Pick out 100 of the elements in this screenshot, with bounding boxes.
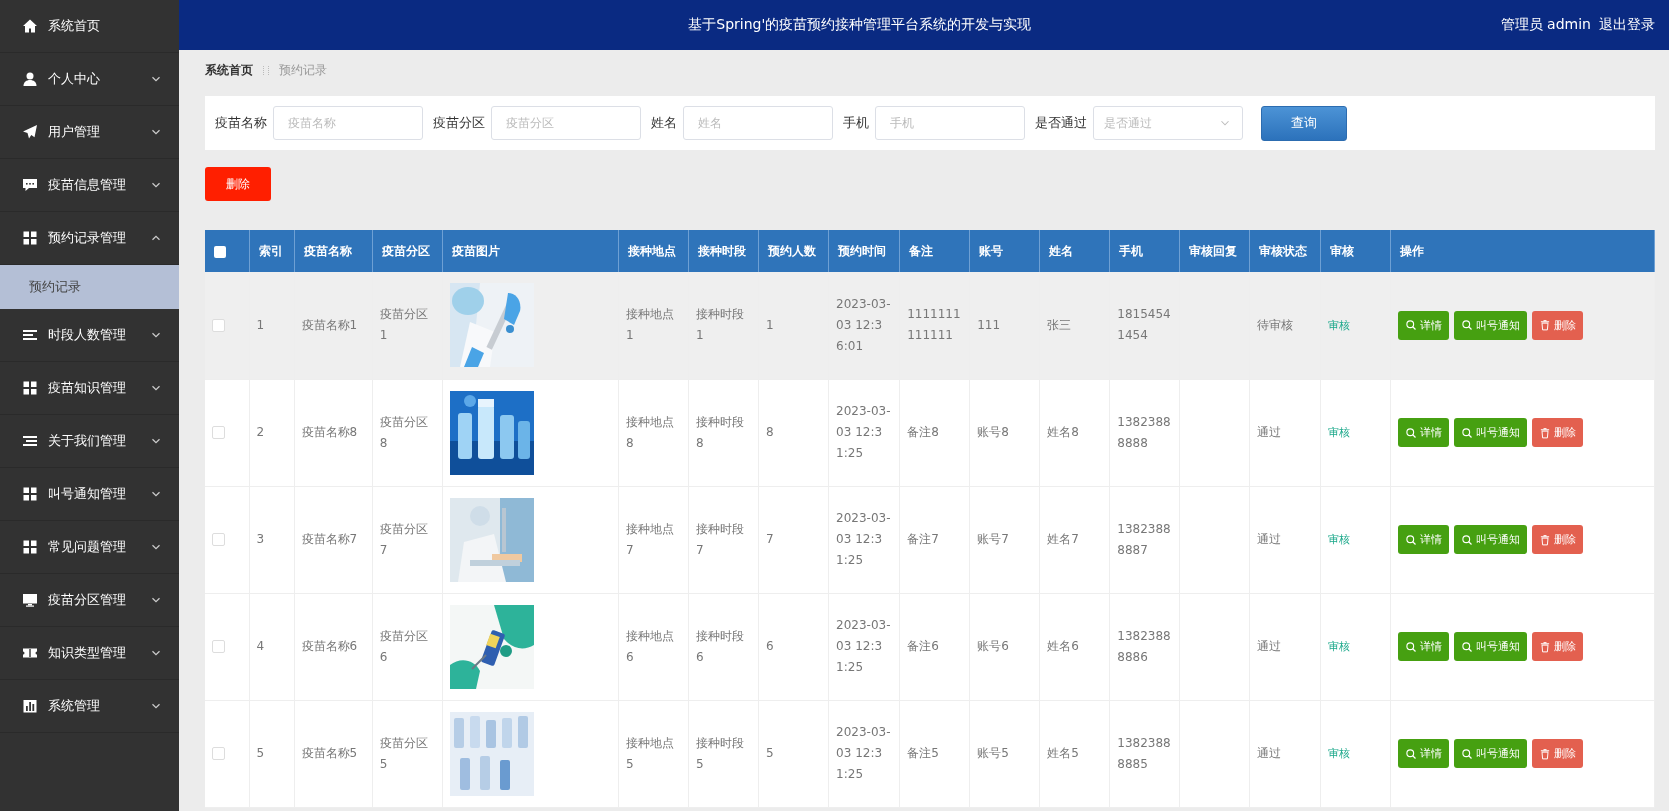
delete-button[interactable]: 删除 [1531, 739, 1583, 768]
table-cell: 接种时段5 [695, 735, 744, 771]
trash-icon [1538, 747, 1551, 760]
delete-button[interactable]: 删除 [1531, 310, 1583, 340]
table-cell: 6 [766, 639, 774, 653]
table-row[interactable]: 3 疫苗名称7 疫苗分区7 接种地点7 接种时段7 7 2023-03-03 12:31:25 备注7 账号7 姓名7 13823888887 通过 审核 详情 叫号通知 删除 [205, 486, 1655, 593]
column-header[interactable]: 预约时间 [828, 230, 900, 272]
nav-subitem[interactable]: 预约记录 [0, 265, 179, 309]
table-cell: 5 [766, 746, 774, 760]
delete-button[interactable]: 删除 [1531, 525, 1583, 554]
column-header[interactable]: 预约人数 [758, 230, 829, 272]
table-cell: 2023-03-03 12:31:25 [836, 511, 891, 567]
table-row[interactable]: 4 疫苗名称6 疫苗分区6 接种地点6 接种时段6 6 2023-03-03 12:31:25 备注6 账号6 姓名6 13823888886 通过 审核 详情 叫号通知 删除 [205, 593, 1655, 700]
table-cell: 备注5 [907, 746, 939, 760]
input-field[interactable]: 疫苗分区 [491, 106, 641, 140]
nav-item[interactable]: 用户管理 [0, 106, 179, 159]
column-header[interactable]: 审核 [1320, 230, 1391, 272]
search-icon [1404, 533, 1417, 546]
table-cell: 111 [977, 317, 1001, 332]
breadcrumb-item[interactable]: 系统首页 [205, 61, 253, 79]
search-icon [1404, 319, 1417, 332]
column-header[interactable]: 操作 [1390, 230, 1655, 272]
delete-button[interactable]: 删除 [205, 167, 271, 201]
table-cell: 疫苗分区1 [379, 307, 428, 343]
logout-link[interactable]: 退出登录 [1599, 16, 1655, 34]
nav-item[interactable]: 疫苗信息管理 [0, 159, 179, 212]
input-field[interactable]: 手机 [875, 106, 1025, 140]
row-checkbox[interactable] [212, 533, 225, 546]
column-header[interactable]: 疫苗分区 [372, 230, 443, 272]
review-link[interactable]: 审核 [1327, 318, 1350, 332]
row-checkbox[interactable] [212, 640, 225, 653]
search-icon [1460, 319, 1473, 332]
table-cell: 疫苗名称8 [301, 425, 358, 439]
nav-item[interactable]: 疫苗分区管理 [0, 574, 179, 627]
notify-button[interactable]: 叫号通知 [1453, 310, 1527, 340]
column-header[interactable]: 索引 [249, 230, 295, 272]
chat-icon [22, 177, 38, 193]
column-header[interactable]: 审核回复 [1179, 230, 1250, 272]
notify-button[interactable]: 叫号通知 [1453, 525, 1527, 554]
monitor-icon [22, 592, 38, 608]
nav-item[interactable]: 关于我们管理 [0, 415, 179, 468]
nav-item[interactable]: 系统管理 [0, 680, 179, 733]
table-cell: 8 [766, 425, 774, 439]
input-field[interactable]: 疫苗名称 [273, 106, 423, 140]
column-header[interactable]: 疫苗图片 [442, 230, 619, 272]
table-cell: 疫苗分区8 [379, 414, 428, 450]
nav-item[interactable]: 疫苗知识管理 [0, 362, 179, 415]
field-label: 手机 [843, 114, 869, 132]
table-row[interactable]: 2 疫苗名称8 疫苗分区8 接种地点8 接种时段8 8 2023-03-03 12:31:25 备注8 账号8 姓名8 13823888888 通过 审核 详情 叫号通知 删除 [205, 379, 1655, 486]
table-cell: 账号5 [977, 746, 1009, 760]
nav-item[interactable]: 叫号通知管理 [0, 468, 179, 521]
column-header[interactable]: 疫苗名称 [294, 230, 373, 272]
column-header[interactable]: 接种地点 [618, 230, 689, 272]
row-checkbox[interactable] [212, 426, 225, 439]
table-cell: 2023-03-03 12:31:25 [836, 725, 891, 781]
table-cell: 账号6 [977, 639, 1009, 653]
trash-icon [1538, 426, 1551, 439]
review-link[interactable]: 审核 [1327, 747, 1350, 760]
table-cell: 接种时段1 [695, 307, 744, 343]
trash-icon [1538, 640, 1551, 653]
query-button[interactable]: 查询 [1261, 105, 1347, 141]
table-cell: 13823888885 [1117, 735, 1171, 771]
column-header[interactable]: 接种时段 [688, 230, 759, 272]
select-all-checkbox[interactable] [214, 245, 226, 258]
table-cell: 接种地点5 [625, 735, 674, 771]
notify-button[interactable]: 叫号通知 [1453, 632, 1527, 661]
table-row[interactable]: 5 疫苗名称5 疫苗分区5 接种地点5 接种时段5 5 2023-03-03 12:31:25 备注5 账号5 姓名5 13823888885 通过 审核 详情 叫号通知 删除 [205, 700, 1655, 807]
detail-button[interactable]: 详情 [1397, 418, 1449, 447]
notify-button[interactable]: 叫号通知 [1453, 739, 1527, 768]
table-cell: 姓名8 [1047, 425, 1079, 439]
nav-item[interactable]: 常见问题管理 [0, 521, 179, 574]
field-label: 是否通过 [1035, 114, 1087, 132]
nav-item[interactable]: 时段人数管理 [0, 309, 179, 362]
detail-button[interactable]: 详情 [1397, 310, 1449, 340]
column-header[interactable]: 审核状态 [1249, 230, 1320, 272]
nav-item[interactable]: 知识类型管理 [0, 627, 179, 680]
review-link[interactable]: 审核 [1327, 640, 1350, 653]
table-cell: 通过 [1257, 532, 1282, 546]
table-cell: 疫苗名称7 [301, 532, 358, 546]
review-link[interactable]: 审核 [1327, 533, 1350, 546]
column-header[interactable]: 手机 [1109, 230, 1180, 272]
column-header[interactable]: 姓名 [1039, 230, 1110, 272]
input-field[interactable]: 姓名 [683, 106, 833, 140]
nav-item[interactable]: 个人中心 [0, 53, 179, 106]
table-cell: 接种时段8 [695, 414, 744, 450]
review-link[interactable]: 审核 [1327, 426, 1350, 439]
row-checkbox[interactable] [212, 747, 225, 760]
delete-button[interactable]: 删除 [1531, 632, 1583, 661]
table-cell: 通过 [1257, 746, 1282, 760]
column-header[interactable]: 账号 [969, 230, 1040, 272]
detail-button[interactable]: 详情 [1397, 739, 1449, 768]
notify-button[interactable]: 叫号通知 [1453, 418, 1527, 447]
table-cell: 2023-03-03 12:31:25 [836, 618, 891, 674]
detail-button[interactable]: 详情 [1397, 525, 1449, 554]
detail-button[interactable]: 详情 [1397, 632, 1449, 661]
table-cell: 疫苗名称1 [301, 317, 358, 332]
row-checkbox[interactable] [212, 318, 225, 332]
column-header[interactable]: 备注 [899, 230, 970, 272]
table-row[interactable]: 1 疫苗名称1 疫苗分区1 接种地点1 接种时段1 1 2023-03-03 12:36:01 1111111111111 111 张三 18154541454 待审核 审核 详情 叫号通知 删除 [205, 272, 1655, 379]
delete-button[interactable]: 删除 [1531, 418, 1583, 447]
